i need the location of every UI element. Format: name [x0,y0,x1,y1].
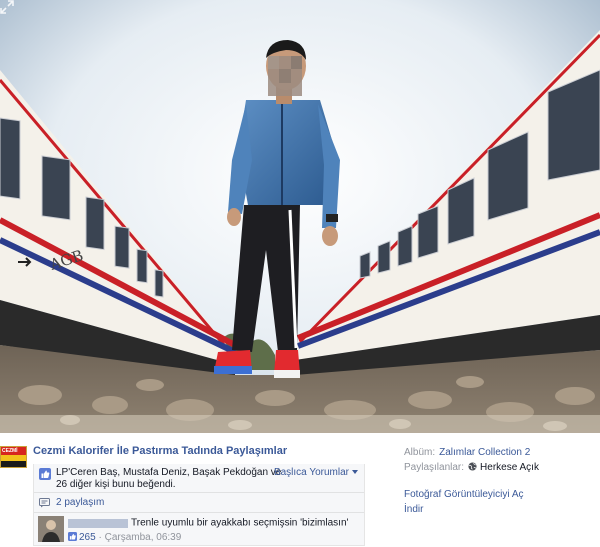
album-label: Albüm: [404,447,436,458]
download-link[interactable]: İndir [404,503,594,518]
share-icon [39,498,50,508]
comment-text: Trenle uyumlu bir ayakkabı seçmişsin 'bi… [131,517,349,529]
shared-with-row: Paylaşılanlar: Herkese Açık [404,461,594,476]
globe-icon [468,462,477,471]
album-row: Albüm: Zalımlar Collection 2 [404,446,594,461]
likes-row: LP'Ceren Baş, Mustafa Deniz, Başak Pekdo… [34,464,364,493]
ufi-feedback-box: LP'Ceren Baş, Mustafa Deniz, Başak Pekdo… [33,464,365,546]
page-logo[interactable]: CEZMİ [0,446,27,468]
photo-image: AGB [0,0,600,433]
expand-arrows-icon[interactable] [0,0,14,14]
shares-link[interactable]: 2 paylaşım [56,497,104,508]
chevron-down-icon [352,470,358,474]
comment-like-count[interactable]: 265 [79,532,96,543]
meta-separator: · [98,532,102,543]
thumbs-up-icon [39,468,51,480]
commenter-avatar[interactable] [38,516,64,542]
photo-stage[interactable]: AGB [0,0,600,433]
open-photo-viewer-link[interactable]: Fotoğraf Görüntüleyiciyi Aç [404,488,594,503]
comment-item: Trenle uyumlu bir ayakkabı seçmişsin 'bi… [34,513,364,545]
shared-with-label: Paylaşılanlar: [404,462,465,473]
comment-meta: 265 · Çarşamba, 06:39 [68,532,358,543]
comment-timestamp[interactable]: Çarşamba, 06:39 [105,532,182,543]
photo-side-info: Albüm: Zalımlar Collection 2 Paylaşılanla… [404,446,594,518]
page-logo-text: CEZMİ [2,448,18,454]
top-comments-dropdown[interactable]: Başlıca Yorumlar [274,467,358,478]
thumbs-up-icon [68,532,77,541]
page-name-link[interactable]: Cezmi Kalorifer İle Pastırma Tadında Pay… [33,445,287,457]
commenter-name-redacted[interactable] [68,518,128,528]
top-comments-label: Başlıca Yorumlar [273,467,349,478]
album-link[interactable]: Zalımlar Collection 2 [439,447,530,458]
shares-row[interactable]: 2 paylaşım [34,493,364,513]
photo-info-panel: CEZMİ Cezmi Kalorifer İle Pastırma Tadın… [0,433,600,547]
likers-text[interactable]: LP'Ceren Baş, Mustafa Deniz, Başak Pekdo… [56,467,286,491]
shared-with-value[interactable]: Herkese Açık [480,462,539,473]
